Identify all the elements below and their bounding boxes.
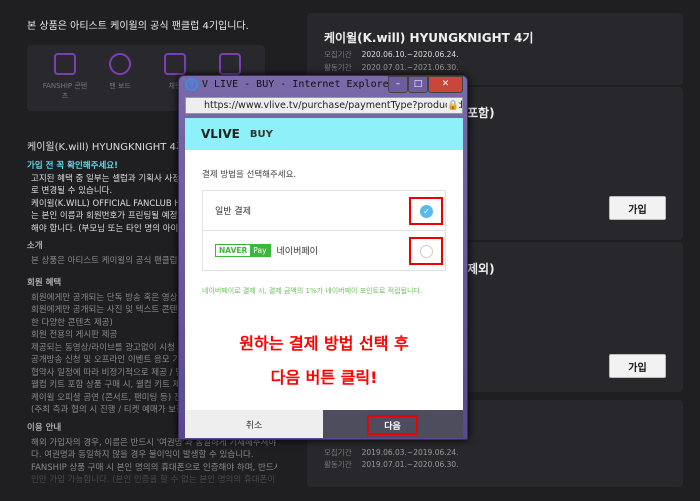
text-line: 본 상품은 아티스트 케이윌의 공식 팬클럽 4기 [31, 255, 194, 266]
video-icon [219, 53, 241, 75]
text-line: 회원에게만 공개되는 사진 및 텍스트 콘텐츠 ( [31, 305, 192, 315]
close-button[interactable]: ✕ [428, 76, 463, 93]
section-heading: 회원 혜택 [27, 278, 62, 288]
chat-icon [164, 53, 186, 75]
section-heading: 소개 [27, 241, 43, 251]
header-title: BUY [249, 128, 273, 140]
next-button-area: 다음 [323, 410, 463, 438]
label: 활동기간 [324, 460, 352, 469]
next-button[interactable]: 다음 [367, 415, 418, 435]
community-icon [109, 53, 131, 75]
payment-option-naverpay[interactable]: NAVER Pay 네이버페이 [202, 230, 446, 271]
naverpay-note: 네이버페이로 결제 시, 결제 금액의 1%가 네이버페이 포인트로 적립됩니다… [202, 287, 423, 295]
product-title: 케이윌(K.will) HYUNGKNIGHT 4기 [27, 142, 186, 153]
feature-label: FANSHIP 콘텐츠 [42, 82, 88, 100]
text-line: 웰컴 키트 포함 상품 구매 시, 웰컴 키트 제공 ( [31, 380, 195, 390]
text-line: 제공되는 동영상/라이브를 광고없이 시청 [31, 342, 175, 353]
card-title: 포함) [467, 106, 495, 120]
popup-content: VLIVE BUY 결제 방법을 선택해주세요. 일반 결제 ✓ NAVER Pay… [185, 118, 463, 438]
address-bar[interactable]: https://www.vlive.tv/purchase/paymentTyp… [185, 97, 463, 114]
url-text: https://www.vlive.tv/purchase/paymentTyp… [204, 100, 463, 111]
text-line: 회원 전용의 게시판 제공 [31, 330, 118, 340]
text-line: 해야 합니다. (부모님 또는 타인 명의 아이디나 [31, 223, 194, 234]
lock-icon: 🔒 [447, 98, 459, 113]
join-button[interactable]: 가입 [609, 196, 666, 220]
card-title: 제외) [467, 262, 495, 276]
label: 모집기간 [324, 448, 352, 457]
content-icon [54, 53, 76, 75]
text-line: 고지된 혜택 중 일부는 셀럽과 기획사 사정에 의 [31, 173, 199, 184]
option-label: 일반 결제 [215, 207, 251, 217]
value: 2020.07.01.~2021.06.30. [361, 63, 459, 72]
instruction-line-2: 다음 버튼 클릭! [270, 368, 378, 387]
payment-option-general[interactable]: 일반 결제 ✓ [202, 190, 446, 231]
text-line: 로 변경될 수 있습니다. [31, 186, 113, 196]
warning-title: 가입 전 꼭 확인해주세요! [27, 161, 118, 171]
text-line: 공개방송 신청 및 오프라인 이벤트 응모 기회 제 [31, 355, 199, 365]
recruit-period: 모집기간 2020.06.10.~2020.06.24. [324, 49, 459, 60]
label: 모집기간 [324, 50, 352, 59]
highlight-box: ✓ [409, 197, 443, 225]
label: 활동기간 [324, 63, 352, 72]
option-label: 네이버페이 [276, 247, 318, 257]
instruction-line-1: 원하는 결제 방법 선택 후 [239, 334, 409, 353]
text-line: 인만 가입 가능합니다. (본인 인증을 할 수 없는 본인 명의의 휴대폰이 … [31, 475, 277, 485]
value: 2020.06.10.~2020.06.24. [361, 50, 459, 59]
active-period: 활동기간 2019.07.01.~2020.06.30. [324, 459, 459, 470]
minimize-button[interactable]: – [388, 76, 408, 93]
text-line: 다. 여권명과 동일하지 않을 경우 불이익이 발생할 수 있습니다. [31, 450, 254, 460]
window-title: V LIVE - BUY - Internet Explorer [202, 79, 395, 90]
recruit-period: 모집기간 2019.06.03.~2019.06.24. [324, 447, 459, 458]
payment-prompt: 결제 방법을 선택해주세요. [202, 170, 297, 180]
vlive-logo: VLIVE [201, 127, 240, 141]
internet-explorer-icon: e [185, 78, 198, 91]
warning-section: 가입 전 꼭 확인해주세요! 고지된 혜택 중 일부는 셀럽과 기획사 사정에 … [27, 160, 199, 235]
naverpay-logo: NAVER Pay [215, 244, 271, 257]
value: 2019.07.01.~2020.06.30. [361, 460, 459, 469]
popup-footer: 취소 다음 [185, 410, 463, 438]
maximize-button[interactable]: □ [408, 76, 428, 93]
card-title: 케이윌(K.will) HYUNGKNIGHT 4기 [324, 31, 534, 45]
text-line: 케이윌 오피셜 공연 (콘서트, 팬미팅 등) 진행 시 [31, 392, 201, 403]
text-line: 케이윌(K.WILL) OFFICIAL FANCLUB HYUN [31, 198, 199, 209]
vlive-header: VLIVE BUY [185, 118, 463, 150]
feature-fan-board: 팬 보드 [95, 53, 145, 91]
product-intro: 본 상품은 아티스트 케이윌의 공식 팬클럽 4기입니다. [27, 21, 249, 32]
join-button[interactable]: 가입 [609, 354, 666, 378]
text-line: 한 다양한 콘텐츠 제공) [31, 317, 113, 328]
text-line: 는 본인 이름과 회원번호가 프린팅될 예정이니 [31, 211, 194, 221]
feature-fanship-content: FANSHIP 콘텐츠 [40, 53, 90, 101]
text-line: (주최 측과 협의 시 진행 / 티켓 예매가 보장되는 [31, 405, 200, 415]
active-period: 활동기간 2020.07.01.~2021.06.30. [324, 62, 459, 73]
feature-label: 팬 보드 [109, 82, 131, 90]
benefits-section: 회원 혜택 회원에게만 공개되는 단독 방송 혹은 영상 시청 회원에게만 공개… [27, 277, 200, 417]
text-line: 협약사 일정에 따라 비정기적으로 제공 / 당첨여 [31, 367, 199, 378]
unchecked-radio-icon[interactable] [420, 245, 433, 258]
payment-popup-window: eV LIVE - BUY - Internet Explorer – □ ✕ … [178, 75, 468, 440]
text-line: 회원에게만 공개되는 단독 방송 혹은 영상 시청 [31, 292, 196, 303]
checked-radio-icon[interactable]: ✓ [420, 205, 433, 218]
intro-section: 소개 본 상품은 아티스트 케이윌의 공식 팬클럽 4기 [27, 240, 193, 267]
cancel-button[interactable]: 취소 [185, 410, 323, 438]
value: 2019.06.03.~2019.06.24. [361, 448, 459, 457]
title-bar[interactable]: e V LIVE - BUY - Internet Explorer [185, 78, 395, 91]
highlight-box [409, 237, 443, 265]
text-line: FANSHIP 상품 구매 시 본인 명의의 휴대폰으로 인증해야 하며, 반드… [31, 462, 277, 473]
